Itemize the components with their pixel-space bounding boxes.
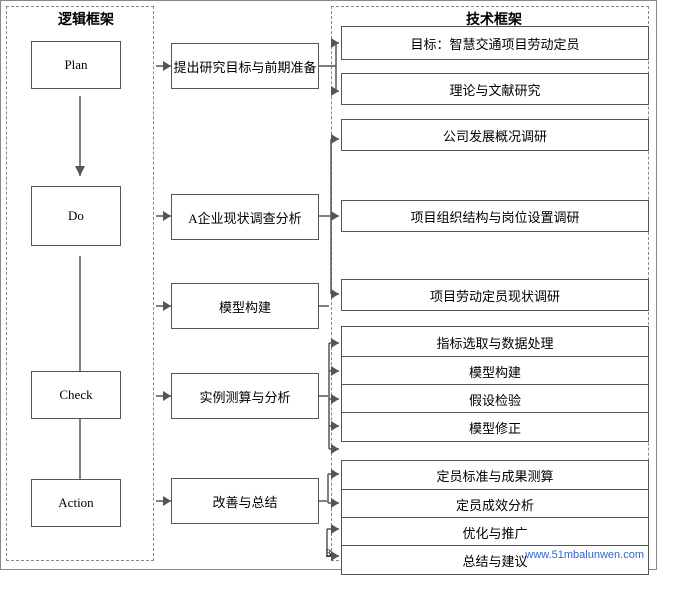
tech-box-6: 模型构建 xyxy=(341,356,649,386)
tech-box-1: 理论与文献研究 xyxy=(341,73,649,105)
tech-box-11: 优化与推广 xyxy=(341,517,649,547)
watermark: www.51mbalunwen.com xyxy=(525,549,644,561)
tech-box-3: 项目组织结构与岗位设置调研 xyxy=(341,200,649,232)
tech-box-0: 目标：智慧交通项目劳动定员 xyxy=(341,26,649,60)
logic-title: 逻辑框架 xyxy=(21,9,151,29)
logic-box-action: Action xyxy=(31,479,121,527)
logic-dashed-border xyxy=(6,6,154,561)
tech-box-8: 模型修正 xyxy=(341,412,649,442)
logic-box-plan: Plan xyxy=(31,41,121,89)
tech-box-10: 定员成效分析 xyxy=(341,489,649,519)
tech-box-4: 项目劳动定员现状调研 xyxy=(341,279,649,311)
tech-box-9: 定员标准与成果测算 xyxy=(341,460,649,490)
middle-box-4: 实例测算与分析 xyxy=(171,373,319,419)
middle-box-5: 改善与总结 xyxy=(171,478,319,524)
tech-box-2: 公司发展概况调研 xyxy=(341,119,649,151)
logic-box-check: Check xyxy=(31,371,121,419)
middle-box-2: A企业现状调查分析 xyxy=(171,194,319,240)
tech-box-7: 假设检验 xyxy=(341,384,649,414)
page-number: 3 xyxy=(326,546,332,561)
middle-box-1: 提出研究目标与前期准备 xyxy=(171,43,319,89)
tech-box-5: 指标选取与数据处理 xyxy=(341,326,649,358)
diagram-container: 逻辑框架 Plan Do Check Action 提出研究目标与前期准备 A企… xyxy=(0,0,657,570)
middle-box-3: 模型构建 xyxy=(171,283,319,329)
logic-box-do: Do xyxy=(31,186,121,246)
